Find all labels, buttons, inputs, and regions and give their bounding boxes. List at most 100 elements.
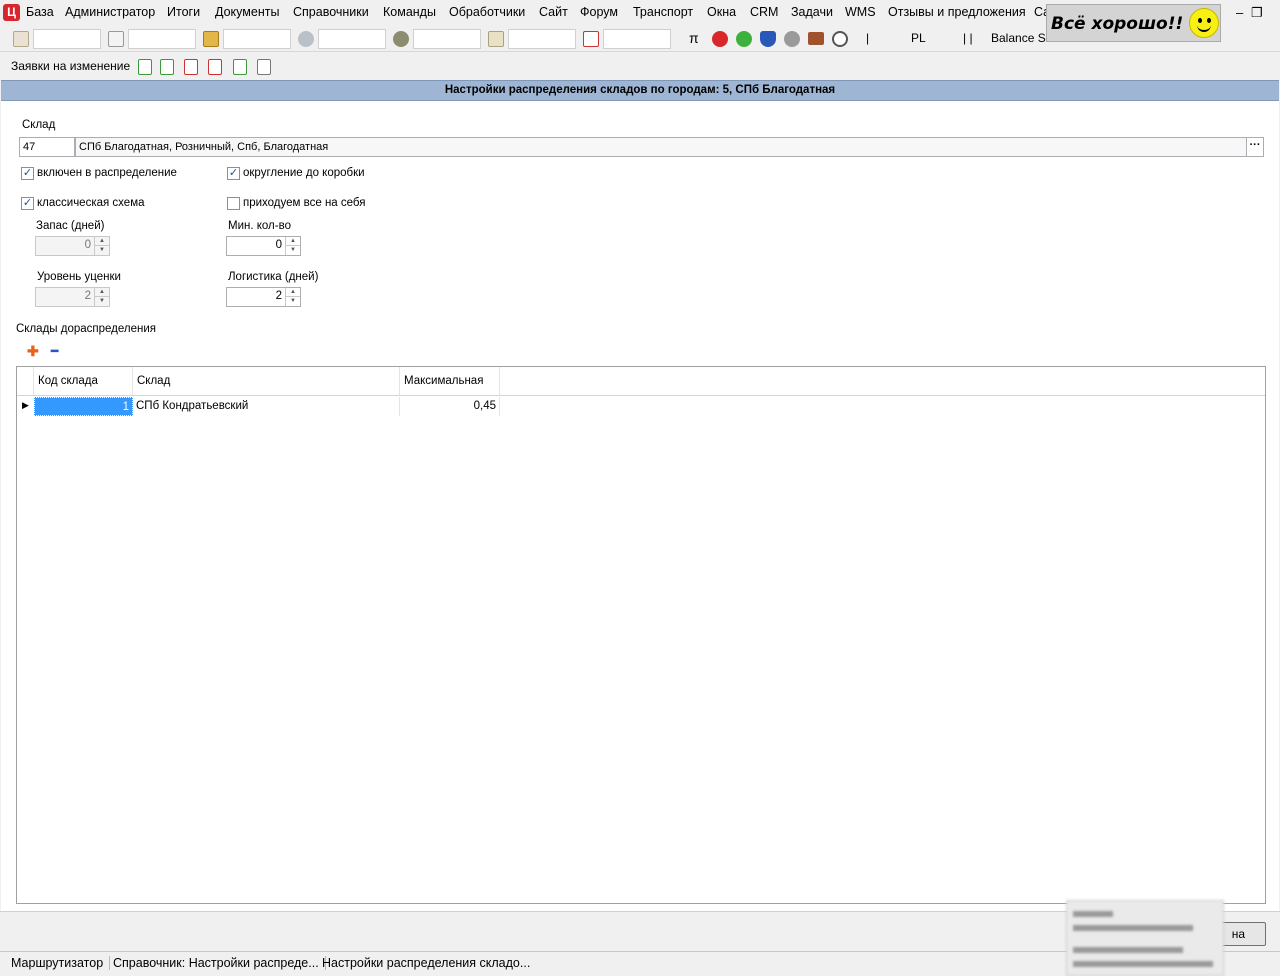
order-search-field[interactable]	[508, 29, 576, 49]
markdown-level-stepper: 2 ▲ ▼	[35, 287, 110, 307]
user-head-icon[interactable]	[298, 31, 314, 47]
approve-all-icon[interactable]	[160, 59, 174, 75]
task-tab-router[interactable]: Маршрутизатор	[11, 956, 111, 970]
min-qty-value[interactable]: 0	[276, 239, 282, 251]
menu-item-base[interactable]: База	[26, 5, 54, 19]
row-indicator-header	[17, 367, 34, 395]
cell-warehouse[interactable]: СПб Кондратьевский	[133, 397, 400, 416]
menu-item-site[interactable]: Сайт	[539, 5, 568, 19]
document-icon[interactable]	[13, 31, 29, 47]
reject-request-icon[interactable]	[184, 59, 198, 75]
included-label: включен в распределение	[37, 167, 177, 179]
logistics-days-spin-buttons[interactable]: ▲ ▼	[285, 288, 300, 306]
min-qty-stepper[interactable]: 0 ▲ ▼	[226, 236, 301, 256]
receive-all-checkbox[interactable]	[227, 197, 240, 210]
header-divider	[17, 395, 1265, 396]
document-search-field[interactable]	[33, 29, 101, 49]
page-search-field[interactable]	[128, 29, 196, 49]
shield-icon[interactable]	[760, 31, 776, 47]
stock-days-value: 0	[84, 239, 91, 251]
pl-button[interactable]: PL	[911, 31, 926, 45]
menu-item-wms[interactable]: WMS	[845, 5, 876, 19]
current-row-marker-icon: ▶	[22, 400, 29, 410]
menu-item-directories[interactable]: Справочники	[293, 5, 369, 19]
menu-item-feedback[interactable]: Отзывы и предложения	[888, 5, 1026, 19]
box-icon[interactable]	[203, 31, 219, 47]
column-header-code[interactable]: Код склада	[34, 367, 133, 395]
remove-row-icon[interactable]: ━	[51, 344, 58, 358]
product-search-field[interactable]	[223, 29, 291, 49]
notification-popup[interactable]	[1066, 900, 1224, 976]
logistics-days-stepper[interactable]: 2 ▲ ▼	[226, 287, 301, 307]
minimize-button[interactable]: –	[1236, 5, 1243, 20]
app-logo-icon[interactable]: Ц	[3, 4, 20, 21]
rounding-label: округление до коробки	[243, 167, 365, 179]
agent-icon[interactable]	[393, 31, 409, 47]
task-tab-settings[interactable]: Настройки распределения складо...	[322, 956, 536, 970]
change-requests-toolbar: Заявки на изменение	[0, 54, 1280, 80]
task-tab-directory[interactable]: Справочник: Настройки распреде...	[113, 956, 326, 970]
toolbar-separator: |	[866, 31, 870, 45]
pause-request-icon[interactable]	[208, 59, 222, 75]
warehouse-label: Склад	[22, 119, 56, 131]
cell-code[interactable]: 1	[34, 397, 133, 416]
menu-item-crm[interactable]: CRM	[750, 5, 778, 19]
scroll-icon[interactable]	[488, 31, 504, 47]
add-row-icon[interactable]: ✚	[27, 343, 39, 360]
stock-days-stepper: 0 ▲ ▼	[35, 236, 110, 256]
menu-item-transport[interactable]: Транспорт	[633, 5, 693, 19]
markdown-level-value: 2	[84, 290, 91, 302]
approve-request-icon[interactable]	[138, 59, 152, 75]
task-search-field[interactable]	[603, 29, 671, 49]
receive-all-label: приходуем все на себя	[243, 197, 366, 209]
logistics-days-value[interactable]: 2	[276, 290, 282, 302]
restore-button[interactable]: ❐	[1251, 5, 1263, 21]
page-icon[interactable]	[108, 31, 124, 47]
pi-button[interactable]: π	[689, 30, 699, 46]
stop-icon[interactable]	[712, 31, 728, 47]
change-requests-label: Заявки на изменение	[11, 59, 131, 73]
column-header-warehouse[interactable]: Склад	[133, 367, 400, 395]
balance-sheet-button[interactable]: Balance Sh	[991, 31, 1046, 45]
toolbar-double-separator: | |	[963, 31, 973, 45]
classic-scheme-label: классическая схема	[37, 197, 145, 209]
markdown-level-spin-buttons: ▲ ▼	[94, 288, 109, 306]
magnifier-icon[interactable]	[832, 31, 848, 47]
logistics-days-label: Логистика (дней)	[228, 271, 319, 283]
stock-days-spin-buttons: ▲ ▼	[94, 237, 109, 255]
warehouse-browse-button[interactable]: ···	[1246, 137, 1264, 157]
min-qty-spin-buttons[interactable]: ▲ ▼	[285, 237, 300, 255]
main-toolbar: π | PL | | Balance Sh	[0, 26, 1280, 52]
form-title: Настройки распределения складов по город…	[1, 80, 1279, 101]
menu-item-handlers[interactable]: Обработчики	[449, 5, 525, 19]
markdown-level-label: Уровень уценки	[37, 271, 121, 283]
gear-icon[interactable]	[784, 31, 800, 47]
client-search-field[interactable]	[318, 29, 386, 49]
stock-days-label: Запас (дней)	[36, 220, 105, 232]
book-icon[interactable]	[808, 32, 824, 45]
settings-form: Склад 47 СПб Благодатная, Розничный, Спб…	[1, 101, 1279, 911]
warehouse-name-field: СПб Благодатная, Розничный, Спб, Благода…	[75, 137, 1247, 157]
rounding-checkbox[interactable]: ✓	[227, 167, 240, 180]
redistribution-grid: Код склада Склад Максимальная ▶ 1 СПб Ко…	[16, 366, 1266, 904]
agent-search-field[interactable]	[413, 29, 481, 49]
menu-item-forum[interactable]: Форум	[580, 5, 618, 19]
redistribution-label: Склады дораспределения	[16, 323, 156, 335]
classic-scheme-checkbox[interactable]: ✓	[21, 197, 34, 210]
refresh-icon[interactable]	[736, 31, 752, 47]
included-checkbox[interactable]: ✓	[21, 167, 34, 180]
menu-item-commands[interactable]: Команды	[383, 5, 436, 19]
table-row[interactable]: ▶ 1 СПб Кондратьевский 0,45	[17, 397, 1265, 416]
cell-max[interactable]: 0,45	[400, 397, 500, 416]
warehouse-code-input[interactable]: 47	[19, 137, 75, 157]
menu-item-tasks[interactable]: Задачи	[791, 5, 833, 19]
menu-item-documents[interactable]: Документы	[215, 5, 279, 19]
min-qty-label: Мин. кол-во	[228, 220, 291, 232]
request-list-icon[interactable]	[257, 59, 271, 75]
column-header-max[interactable]: Максимальная	[400, 367, 500, 395]
checklist-icon[interactable]	[583, 31, 599, 47]
menu-item-admin[interactable]: Администратор	[65, 5, 155, 19]
menu-item-totals[interactable]: Итоги	[167, 5, 200, 19]
menu-item-windows[interactable]: Окна	[707, 5, 736, 19]
run-request-icon[interactable]	[233, 59, 247, 75]
